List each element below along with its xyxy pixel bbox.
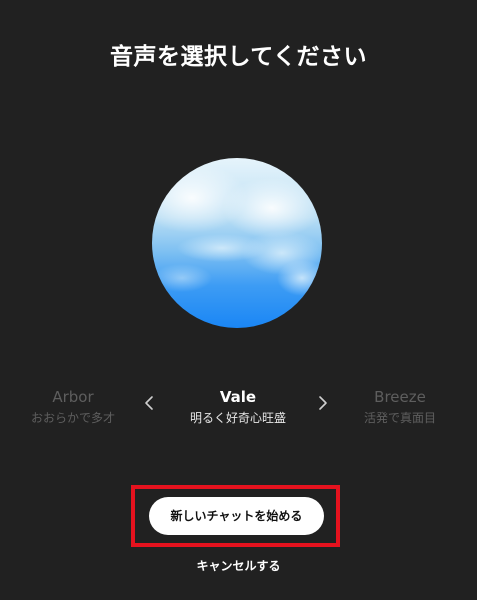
voice-selection-screen: 音声を選択してください Arbor おおらかで多才 Vale 明るく好奇心旺盛 …	[0, 0, 477, 600]
voice-option-next[interactable]: Breeze 活発で真面目	[350, 388, 450, 426]
voice-description: 明るく好奇心旺盛	[189, 411, 286, 425]
voice-name: Breeze	[374, 388, 426, 406]
voice-description: 活発で真面目	[363, 411, 436, 425]
chevron-left-icon[interactable]	[141, 394, 159, 412]
voice-description: おおらかで多才	[30, 411, 115, 425]
start-new-chat-button[interactable]: 新しいチャットを始める	[149, 497, 324, 535]
cancel-button[interactable]: キャンセルする	[0, 557, 477, 574]
page-title: 音声を選択してください	[109, 44, 368, 70]
voice-option-previous[interactable]: Arbor おおらかで多才	[20, 388, 126, 426]
voice-name: Vale	[219, 388, 257, 406]
chevron-right-icon[interactable]	[313, 394, 331, 412]
voice-option-selected[interactable]: Vale 明るく好奇心旺盛	[176, 388, 300, 426]
voice-name: Arbor	[52, 388, 94, 406]
voice-orb	[152, 158, 322, 328]
